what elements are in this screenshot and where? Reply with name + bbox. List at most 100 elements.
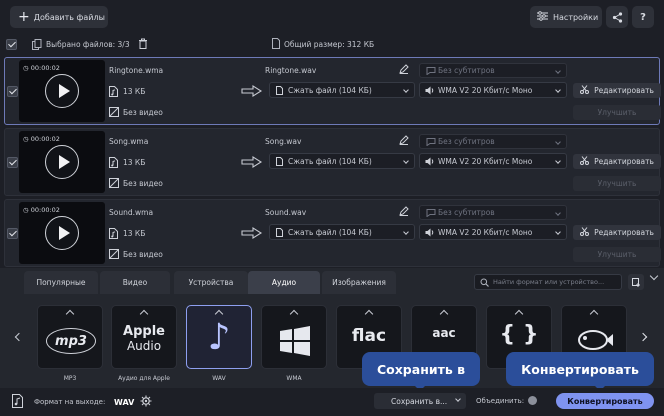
audio-codec-dropdown[interactable]: WMA V2 20 Кбит/с Моно (419, 82, 567, 98)
ogg-braces-icon: { } (487, 322, 551, 347)
save-to-tooltip-label: Сохранить в (376, 361, 465, 377)
speaker-icon (425, 157, 435, 168)
file-checkbox[interactable] (7, 157, 18, 168)
share-button[interactable] (606, 6, 628, 28)
subtitles-icon (426, 67, 436, 77)
flac-icon: flac (337, 326, 401, 346)
format-search[interactable]: Найти формат или устройство... (474, 274, 622, 290)
no-video-label: Без видео (123, 179, 163, 188)
audio-file-icon (109, 86, 118, 99)
chevron-up-icon[interactable] (364, 309, 374, 319)
file-row[interactable]: ◷ 00:00:02 Ringtone.wma 13 КБ Без видео … (4, 57, 661, 125)
merge-toggle[interactable] (528, 396, 537, 405)
format-label: WMA (286, 375, 302, 382)
help-button[interactable]: ? (632, 6, 654, 28)
subtitles-dropdown[interactable]: Без субтитров (419, 134, 567, 149)
video-preview[interactable]: ◷ 00:00:02 (19, 202, 105, 264)
windows-icon (280, 326, 310, 356)
tab-images[interactable]: Изображения (322, 271, 396, 294)
convert-button-label: Конвертировать (567, 396, 643, 406)
edit-button[interactable]: Редактировать (573, 83, 661, 98)
source-file-name: Ringtone.wma (109, 66, 164, 75)
chevron-up-icon[interactable] (65, 309, 75, 319)
settings-button[interactable]: Настройки (530, 6, 602, 28)
add-preset-icon (631, 277, 640, 287)
save-to-tooltip: Сохранить в (362, 352, 480, 386)
total-size: Общий размер: 312 КБ (284, 40, 375, 49)
file-checkbox[interactable] (7, 228, 18, 239)
subtitles-icon (426, 209, 436, 219)
tab-popular[interactable]: Популярные (24, 271, 98, 294)
format-label: Аудио для Apple (118, 375, 170, 382)
convert-button[interactable]: Конвертировать (556, 393, 654, 409)
chevron-down-icon (555, 87, 561, 93)
play-icon[interactable] (45, 145, 79, 179)
no-video-label: Без видео (123, 108, 163, 117)
file-row[interactable]: ◷ 00:00:02 Sound.wma 13 КБ Без видео Sou… (4, 199, 661, 267)
edit-button[interactable]: Редактировать (573, 225, 661, 240)
source-file-name: Song.wma (109, 137, 149, 146)
edit-label: Редактировать (594, 228, 654, 237)
play-icon[interactable] (45, 216, 79, 250)
audio-codec-dropdown[interactable]: WMA V2 20 Кбит/с Моно (419, 224, 567, 240)
tab-video[interactable]: Видео (100, 271, 170, 294)
apple-audio-icon: Apple Audio (112, 324, 176, 353)
chevron-down-icon (555, 229, 561, 235)
compress-file-icon (276, 86, 283, 97)
file-checkbox[interactable] (7, 86, 18, 97)
compress-dropdown[interactable]: Сжать файл (104 КБ) (269, 82, 415, 98)
merge-label: Объединить: (476, 397, 525, 405)
rename-pencil-icon[interactable] (399, 135, 409, 147)
trash-icon[interactable] (138, 38, 148, 51)
video-preview[interactable]: ◷ 00:00:02 (19, 60, 105, 122)
add-format-button[interactable] (628, 274, 644, 290)
audio-codec-dropdown[interactable]: WMA V2 20 Кбит/с Моно (419, 153, 567, 169)
chevron-up-icon[interactable] (514, 309, 524, 319)
file-row[interactable]: ◷ 00:00:02 Song.wma 13 КБ Без видео Song… (4, 128, 661, 196)
subtitles-dropdown[interactable]: Без субтитров (419, 63, 567, 78)
subtitles-value: Без субтитров (438, 66, 495, 75)
rename-pencil-icon[interactable] (399, 206, 409, 218)
fish-icon (578, 330, 613, 350)
format-tile[interactable]: mp3 (37, 305, 103, 369)
video-preview[interactable]: ◷ 00:00:02 (19, 131, 105, 193)
tab-audio[interactable]: Аудио (248, 271, 320, 294)
save-to-dropdown[interactable]: Сохранить в... (374, 393, 466, 409)
save-to-caret-icon (455, 396, 461, 402)
output-settings-gear-icon[interactable] (140, 395, 152, 409)
speaker-icon (425, 86, 435, 97)
files-icon (32, 39, 42, 52)
format-tile[interactable] (261, 305, 327, 369)
convert-arrow-icon (241, 156, 263, 170)
chevron-up-icon[interactable] (439, 309, 449, 319)
compress-dropdown[interactable]: Сжать файл (104 КБ) (269, 153, 415, 169)
save-to-label: Сохранить в... (391, 396, 448, 406)
format-tile[interactable]: Apple Audio (111, 305, 177, 369)
format-tile[interactable]: ♪ (186, 305, 252, 369)
settings-label: Настройки (553, 12, 599, 22)
mp3-logo-text: mp3 (55, 333, 87, 349)
format-logo-text: aac (432, 326, 456, 340)
rename-pencil-icon[interactable] (399, 64, 409, 76)
output-file-name: Ringtone.wav (265, 66, 317, 75)
edit-button[interactable]: Редактировать (573, 154, 661, 169)
subtitles-dropdown[interactable]: Без субтитров (419, 205, 567, 220)
tab-devices[interactable]: Устройства (174, 271, 248, 294)
output-file-name: Sound.wav (265, 208, 307, 217)
chevron-up-icon[interactable] (139, 309, 149, 319)
add-files-button[interactable]: + Добавить файлы (10, 6, 108, 28)
output-file-icon (12, 394, 23, 410)
select-all-checkbox[interactable] (6, 39, 17, 50)
chevron-up-icon[interactable] (589, 309, 599, 319)
chevron-down-icon (555, 210, 561, 216)
output-format-value: WAV (114, 398, 135, 407)
compress-dropdown[interactable]: Сжать файл (104 КБ) (269, 224, 415, 240)
convert-tooltip-label: Конвертировать (521, 361, 639, 377)
format-label: MP3 (63, 375, 77, 382)
selected-files-count: Выбрано файлов: 3/3 (46, 40, 130, 49)
play-icon[interactable] (45, 74, 79, 108)
enhance-label: Улучшить (597, 108, 637, 117)
apple-logo-top: Apple (123, 324, 165, 339)
chevron-up-icon[interactable] (289, 309, 299, 319)
scissors-icon (580, 156, 590, 167)
